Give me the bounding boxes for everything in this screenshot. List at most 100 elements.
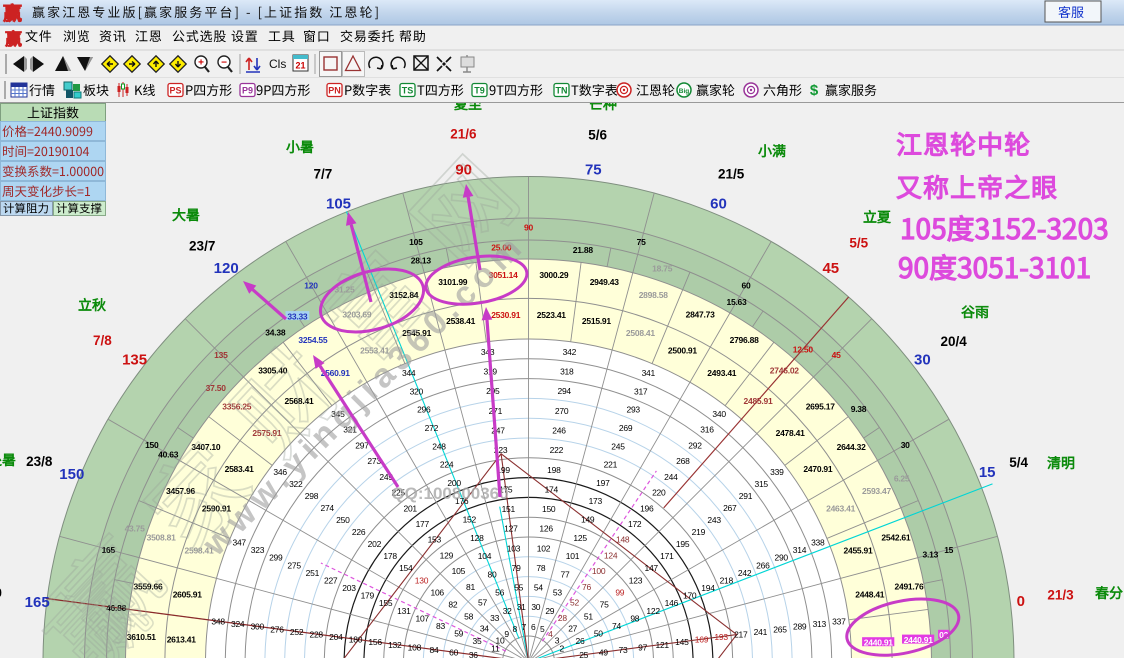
svg-text:221: 221 — [604, 460, 618, 470]
svg-text:TN: TN — [556, 86, 568, 96]
svg-text:27: 27 — [568, 624, 577, 634]
svg-text:8: 8 — [513, 624, 518, 634]
svg-text:220: 220 — [652, 488, 666, 498]
svg-text:12.50: 12.50 — [793, 345, 814, 355]
svg-text:296: 296 — [417, 405, 431, 415]
svg-text:165: 165 — [25, 594, 50, 611]
svg-text:23/8: 23/8 — [26, 454, 53, 469]
svg-text:29: 29 — [545, 606, 554, 616]
svg-text:4: 4 — [548, 629, 553, 639]
svg-text:130: 130 — [415, 575, 429, 585]
svg-text:51: 51 — [584, 611, 593, 621]
svg-text:52: 52 — [570, 598, 579, 608]
svg-text:154: 154 — [399, 563, 413, 573]
svg-text:21: 21 — [295, 61, 305, 71]
svg-text:T9: T9 — [474, 86, 485, 96]
svg-text:248: 248 — [432, 441, 446, 451]
svg-text:204: 204 — [329, 632, 343, 642]
svg-text:30: 30 — [901, 440, 910, 450]
svg-text:150: 150 — [145, 440, 159, 450]
svg-text:120: 120 — [304, 281, 318, 291]
svg-text:2847.73: 2847.73 — [686, 309, 715, 319]
svg-text:75: 75 — [600, 599, 609, 609]
svg-text:2605.91: 2605.91 — [173, 590, 202, 600]
svg-text:98: 98 — [630, 613, 639, 623]
svg-text:196: 196 — [640, 503, 654, 513]
svg-text:298: 298 — [305, 491, 319, 501]
svg-text:274: 274 — [320, 503, 334, 513]
svg-text:268: 268 — [676, 456, 690, 466]
svg-text:250: 250 — [336, 515, 350, 525]
svg-text:7/7: 7/7 — [314, 166, 333, 181]
svg-text:129: 129 — [440, 550, 454, 560]
svg-text:9.38: 9.38 — [851, 404, 867, 414]
svg-text:37.50: 37.50 — [206, 383, 227, 393]
svg-text:193: 193 — [714, 632, 728, 642]
svg-text:5/5: 5/5 — [849, 235, 868, 250]
svg-text:2583.41: 2583.41 — [225, 464, 254, 474]
svg-text:5/6: 5/6 — [588, 128, 607, 143]
svg-text:11: 11 — [491, 644, 500, 654]
svg-text:33.33: 33.33 — [287, 312, 308, 322]
svg-text:5/4: 5/4 — [1009, 455, 1028, 470]
svg-text:53: 53 — [553, 588, 562, 598]
svg-text:2448.41: 2448.41 — [855, 590, 884, 600]
svg-text:30: 30 — [531, 602, 540, 612]
svg-text:2440.91: 2440.91 — [904, 635, 933, 645]
svg-text:146: 146 — [665, 598, 679, 608]
svg-text:267: 267 — [723, 503, 737, 513]
svg-text:323: 323 — [251, 545, 265, 555]
svg-text:3.13: 3.13 — [923, 550, 939, 560]
svg-text:122: 122 — [646, 606, 660, 616]
svg-text:340: 340 — [712, 409, 726, 419]
svg-text:151: 151 — [502, 504, 516, 514]
svg-text:219: 219 — [692, 527, 706, 537]
svg-text:20/4: 20/4 — [940, 334, 967, 349]
svg-text:0: 0 — [1017, 593, 1025, 610]
svg-text:103: 103 — [507, 543, 521, 553]
svg-text:31: 31 — [517, 602, 526, 612]
svg-text:101: 101 — [566, 551, 580, 561]
svg-text:107: 107 — [415, 613, 429, 623]
svg-text:2493.41: 2493.41 — [707, 368, 736, 378]
svg-text:106: 106 — [430, 587, 444, 597]
svg-text:226: 226 — [352, 527, 366, 537]
svg-text:23/7: 23/7 — [189, 238, 215, 253]
svg-text:50: 50 — [594, 629, 603, 639]
svg-text:43.75: 43.75 — [125, 524, 146, 534]
svg-text:104: 104 — [478, 551, 492, 561]
svg-text:131: 131 — [397, 606, 411, 616]
svg-text:78: 78 — [536, 563, 545, 573]
svg-text:60: 60 — [742, 281, 751, 291]
svg-text:242: 242 — [738, 568, 752, 578]
svg-text:265: 265 — [773, 624, 787, 634]
svg-text:9: 9 — [504, 629, 509, 639]
svg-text:292: 292 — [688, 440, 702, 450]
svg-text:291: 291 — [739, 491, 753, 501]
svg-text:105: 105 — [452, 566, 466, 576]
svg-text:82: 82 — [448, 599, 457, 609]
svg-text:−: − — [221, 58, 227, 69]
svg-text:128: 128 — [470, 533, 484, 543]
svg-text:P9: P9 — [242, 86, 253, 96]
svg-text:156: 156 — [368, 637, 382, 647]
svg-text:342: 342 — [563, 347, 577, 357]
svg-text:26: 26 — [576, 636, 585, 646]
svg-text:275: 275 — [287, 560, 301, 570]
svg-text:18.75: 18.75 — [652, 264, 673, 274]
svg-text:2478.41: 2478.41 — [776, 428, 805, 438]
svg-text:152: 152 — [463, 515, 477, 525]
svg-text:6.25: 6.25 — [894, 473, 910, 483]
svg-text:77: 77 — [561, 569, 570, 579]
svg-text:121: 121 — [655, 640, 669, 650]
svg-text:266: 266 — [756, 560, 770, 570]
svg-text:58: 58 — [464, 611, 473, 621]
svg-text:2593.47: 2593.47 — [862, 486, 891, 496]
svg-text:105: 105 — [326, 195, 351, 212]
svg-text:7: 7 — [522, 622, 527, 632]
svg-text:54: 54 — [534, 583, 543, 593]
svg-text:2796.88: 2796.88 — [730, 335, 759, 345]
svg-text:15.63: 15.63 — [726, 297, 747, 307]
svg-text:21.88: 21.88 — [573, 245, 594, 255]
svg-text:2644.32: 2644.32 — [837, 442, 866, 452]
